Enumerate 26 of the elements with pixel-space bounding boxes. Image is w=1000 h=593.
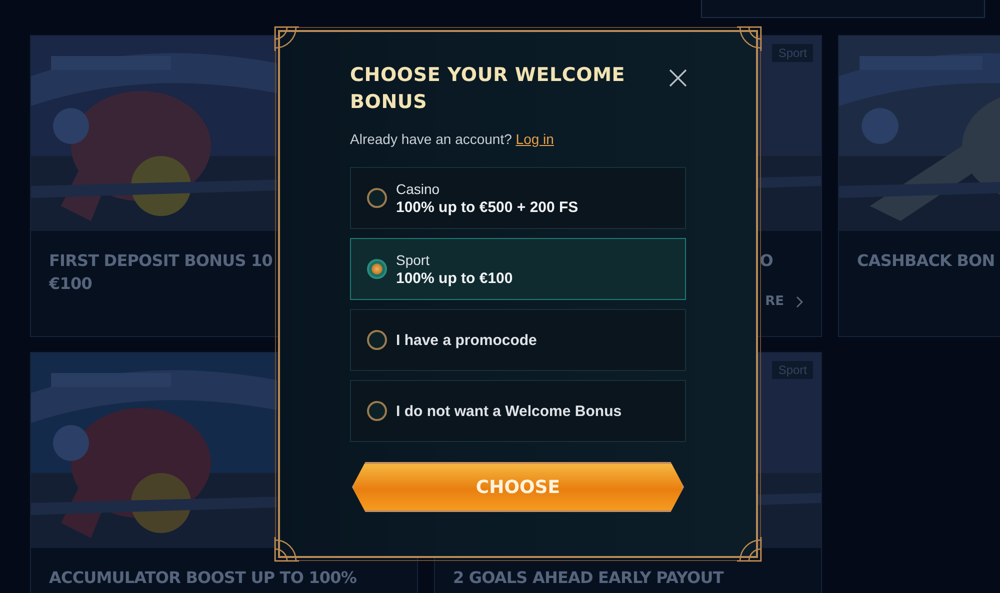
search-field[interactable] — [701, 0, 985, 18]
dialog-title: CHOOSE YOUR WELCOME BONUS — [350, 63, 626, 115]
chevron-icon — [796, 296, 803, 308]
option-detail: 100% up to €500 + 200 FS — [396, 198, 578, 216]
promo-title: €100 — [49, 273, 92, 295]
login-link[interactable]: Log in — [516, 131, 554, 147]
promo-title: ACCUMULATOR BOOST UP TO 100% — [49, 567, 357, 589]
option-detail: 100% up to €100 — [396, 270, 513, 286]
option-label: I have a promocode — [396, 332, 537, 348]
promo-title: 2 GOALS AHEAD EARLY PAYOUT — [453, 567, 724, 589]
promo-title: FIRST DEPOSIT BONUS 10 — [49, 250, 272, 272]
bonus-option[interactable]: Sport 100% up to €100 — [350, 238, 686, 300]
bonus-option[interactable]: I have a promocode — [350, 309, 686, 371]
radio-button[interactable] — [367, 188, 387, 208]
bonus-option[interactable]: Casino 100% up to €500 + 200 FS — [350, 167, 686, 229]
promo-title: O — [760, 250, 773, 272]
radio-button[interactable] — [367, 330, 387, 350]
bonus-option[interactable]: I do not want a Welcome Bonus — [350, 380, 686, 442]
option-label: Sport — [396, 252, 430, 268]
login-prompt: Already have an account? Log in — [350, 131, 555, 147]
close-button[interactable] — [668, 68, 688, 88]
option-label: I do not want a Welcome Bonus — [396, 402, 622, 420]
option-label: Casino — [396, 180, 441, 196]
radio-button[interactable] — [367, 401, 387, 421]
promo-title: CASHBACK BON — [857, 250, 995, 272]
radio-button[interactable] — [367, 259, 387, 279]
